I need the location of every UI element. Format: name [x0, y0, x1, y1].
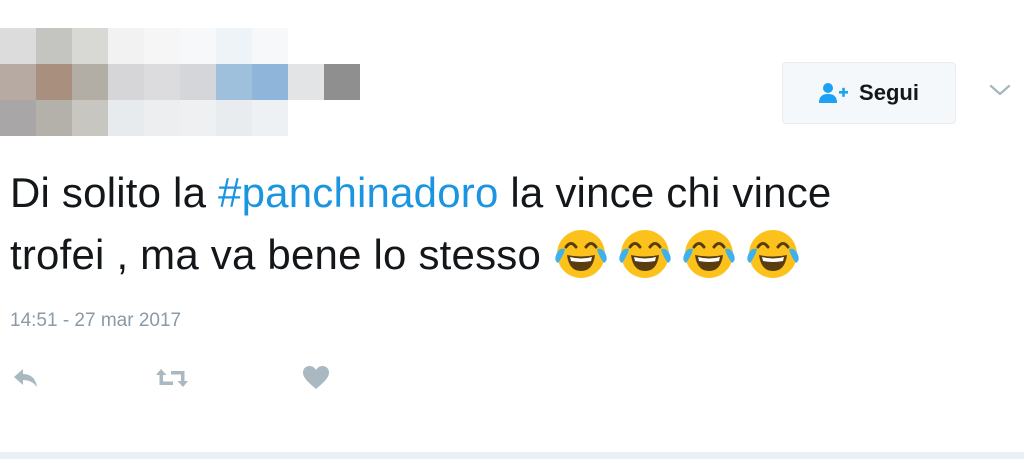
retweet-button[interactable]: [152, 360, 192, 400]
reply-icon: [11, 366, 41, 395]
face-with-tears-of-joy-icon: [745, 225, 801, 281]
tweet-timestamp[interactable]: 14:51 - 27 mar 2017: [10, 310, 181, 332]
emoji-row: [541, 230, 809, 278]
like-button[interactable]: [296, 360, 336, 400]
redacted-author-avatar-and-name: [0, 28, 360, 140]
tweet-card: Segui Di solito la #panchinadoro la vinc…: [0, 0, 1024, 459]
hashtag-link[interactable]: #panchinadoro: [218, 169, 499, 216]
tweet-text-start: Di solito la: [10, 169, 219, 216]
tweet-text: Di solito la #panchinadoro la vince chi …: [10, 162, 1010, 286]
tweet-text-line2: trofei , ma va bene lo stesso: [10, 231, 542, 278]
reply-button[interactable]: [6, 360, 46, 400]
face-with-tears-of-joy-icon: [681, 225, 737, 281]
tweet-text-line1-end: la vince chi vince: [498, 169, 832, 216]
face-with-tears-of-joy-icon: [553, 225, 609, 281]
divider: [0, 452, 1024, 459]
follow-button[interactable]: Segui: [782, 62, 956, 124]
retweet-icon: [154, 366, 190, 395]
heart-icon: [302, 365, 330, 396]
tweet-actions: [0, 360, 500, 404]
face-with-tears-of-joy-icon: [617, 225, 673, 281]
follow-button-label: Segui: [859, 80, 919, 105]
add-user-icon: [819, 82, 849, 104]
chevron-down-icon: [989, 83, 1011, 102]
tweet-menu-button[interactable]: [984, 80, 1016, 104]
